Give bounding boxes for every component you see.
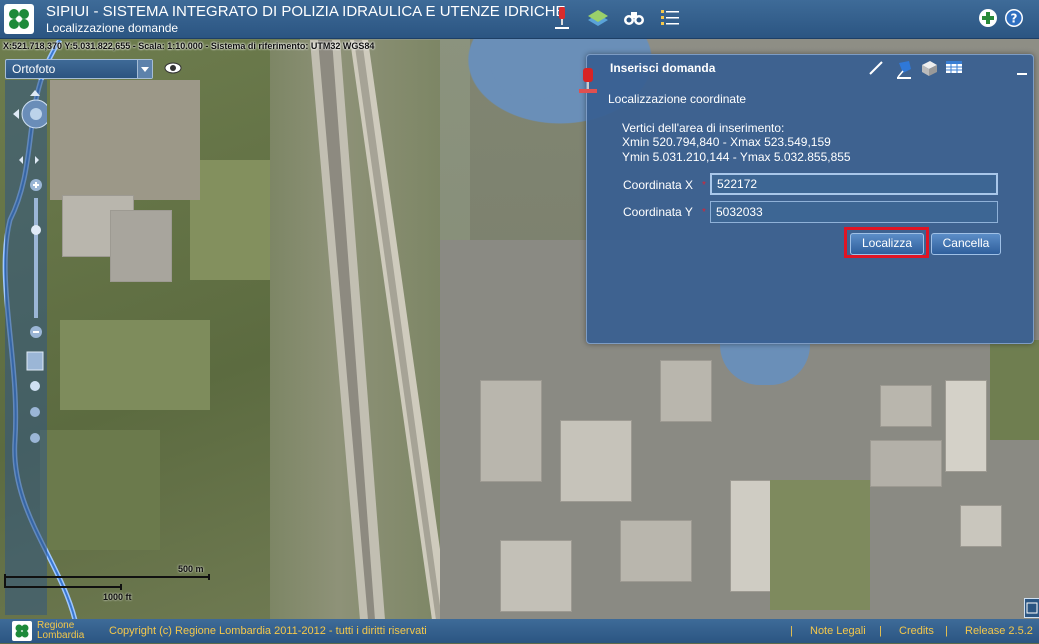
- table-tool[interactable]: [945, 60, 963, 79]
- field-patch: [770, 480, 870, 610]
- scale-line: [4, 576, 210, 578]
- zoom-slider-track[interactable]: [34, 198, 38, 318]
- layers-icon: [588, 10, 608, 26]
- map-navigation-panel: [5, 80, 59, 615]
- pin-tool[interactable]: [895, 59, 915, 84]
- base-layer-value: Ortofoto: [12, 62, 56, 76]
- pan-up-icon[interactable]: [30, 90, 40, 96]
- credits-link[interactable]: Credits: [899, 625, 934, 637]
- zoom-slider-handle[interactable]: [31, 225, 41, 235]
- pin-tool-icon: [897, 61, 911, 79]
- pencil-icon: [869, 61, 883, 75]
- building: [960, 505, 1002, 547]
- building: [945, 380, 987, 472]
- building: [110, 210, 172, 282]
- help-button[interactable]: ?: [1001, 5, 1027, 31]
- scale-metric-label: 500 m: [178, 564, 204, 574]
- app-header: SIPIUI - SISTEMA INTEGRATO DI POLIZIA ID…: [0, 0, 1039, 39]
- building: [500, 540, 572, 612]
- zoom-in-icon[interactable]: [30, 179, 42, 191]
- building: [620, 520, 692, 582]
- select-tool-icon[interactable]: [26, 351, 44, 371]
- hand-tool-icon[interactable]: [30, 381, 40, 391]
- table-icon: [946, 61, 962, 73]
- x-range-text: Xmin 520.794,840 - Xmax 523.549,159: [622, 135, 831, 149]
- building: [660, 360, 712, 422]
- tool-icon[interactable]: [30, 407, 40, 417]
- footer-separator: |: [879, 625, 882, 637]
- footer-separator: |: [790, 625, 793, 637]
- field-patch: [990, 340, 1039, 440]
- cube-icon: [922, 61, 937, 76]
- app-title: SIPIUI - SISTEMA INTEGRATO DI POLIZIA ID…: [46, 3, 566, 20]
- copyright-text: Copyright (c) Regione Lombardia 2011-201…: [109, 625, 427, 637]
- base-layer-select[interactable]: Ortofoto: [5, 59, 153, 79]
- app-footer: Regione Lombardia Copyright (c) Regione …: [0, 619, 1039, 643]
- building: [480, 380, 542, 482]
- insert-request-dialog: Inserisci domanda Localizzazione coordin…: [579, 54, 1034, 344]
- region-name-line2: Lombardia: [37, 630, 85, 641]
- section-title: Localizzazione coordinate: [608, 92, 747, 106]
- zoom-out-icon[interactable]: [30, 326, 42, 338]
- pencil-tool[interactable]: [867, 59, 885, 82]
- pin-button[interactable]: [549, 5, 575, 31]
- y-range-text: Ymin 5.031.210,144 - Ymax 5.032.855,855: [622, 150, 851, 164]
- release-version: Release 2.5.2: [965, 625, 1033, 637]
- building: [870, 440, 942, 487]
- y-coordinate-label: Coordinata Y: [623, 205, 693, 219]
- scale-imperial-label: 1000 ft: [103, 592, 132, 602]
- overview-toggle-button[interactable]: [1024, 598, 1039, 618]
- legal-notes-link[interactable]: Note Legali: [810, 625, 866, 637]
- scale-bar: 500 m 1000 ft: [4, 564, 214, 606]
- layer-visibility-button[interactable]: [163, 59, 183, 82]
- layers-button[interactable]: [585, 5, 611, 31]
- cube-tool[interactable]: [919, 59, 939, 82]
- area-vertices-label: Vertici dell'area di inserimento:: [622, 121, 785, 135]
- building: [560, 420, 632, 502]
- chevron-down-icon: [137, 60, 152, 78]
- overview-icon: [1026, 602, 1038, 614]
- region-logo: [12, 621, 32, 641]
- town-area: [50, 80, 200, 200]
- required-marker: *: [702, 207, 706, 218]
- dialog-title: Inserisci domanda: [610, 61, 716, 75]
- clover-logo-icon: [15, 624, 29, 638]
- binoculars-icon: [624, 12, 644, 25]
- x-coordinate-input[interactable]: [710, 173, 998, 195]
- localizza-button[interactable]: Localizza: [850, 233, 924, 255]
- pan-left-small-icon[interactable]: [19, 156, 23, 164]
- y-coordinate-input[interactable]: [710, 201, 998, 223]
- binoculars-button[interactable]: [621, 5, 647, 31]
- building: [880, 385, 932, 427]
- pan-control[interactable]: [21, 99, 51, 129]
- logo: [4, 4, 34, 34]
- tool-icon[interactable]: [30, 433, 40, 443]
- add-button[interactable]: [975, 5, 1001, 31]
- cancella-button[interactable]: Cancella: [931, 233, 1001, 255]
- x-coordinate-label: Coordinata X: [623, 178, 694, 192]
- eye-icon: [164, 62, 182, 74]
- required-marker: *: [702, 180, 706, 191]
- minimize-icon[interactable]: [1017, 73, 1027, 75]
- pin-icon: [555, 7, 569, 29]
- page-subtitle: Localizzazione domande: [46, 21, 179, 35]
- field-patch: [190, 160, 270, 280]
- pan-left-icon[interactable]: [13, 109, 19, 119]
- pan-right-small-icon[interactable]: [35, 156, 39, 164]
- help-icon: ?: [1005, 9, 1023, 27]
- pushpin-icon: [575, 67, 601, 106]
- svg-text:?: ?: [1011, 12, 1018, 26]
- list-icon: [661, 10, 679, 25]
- list-button[interactable]: [657, 5, 683, 31]
- coordinate-readout: X:521.718,370 Y:5.031.822,655 - Scala: 1…: [3, 41, 375, 51]
- add-icon: [979, 9, 997, 27]
- clover-logo-icon: [9, 9, 29, 29]
- footer-separator: |: [945, 625, 948, 637]
- runway: [310, 40, 450, 620]
